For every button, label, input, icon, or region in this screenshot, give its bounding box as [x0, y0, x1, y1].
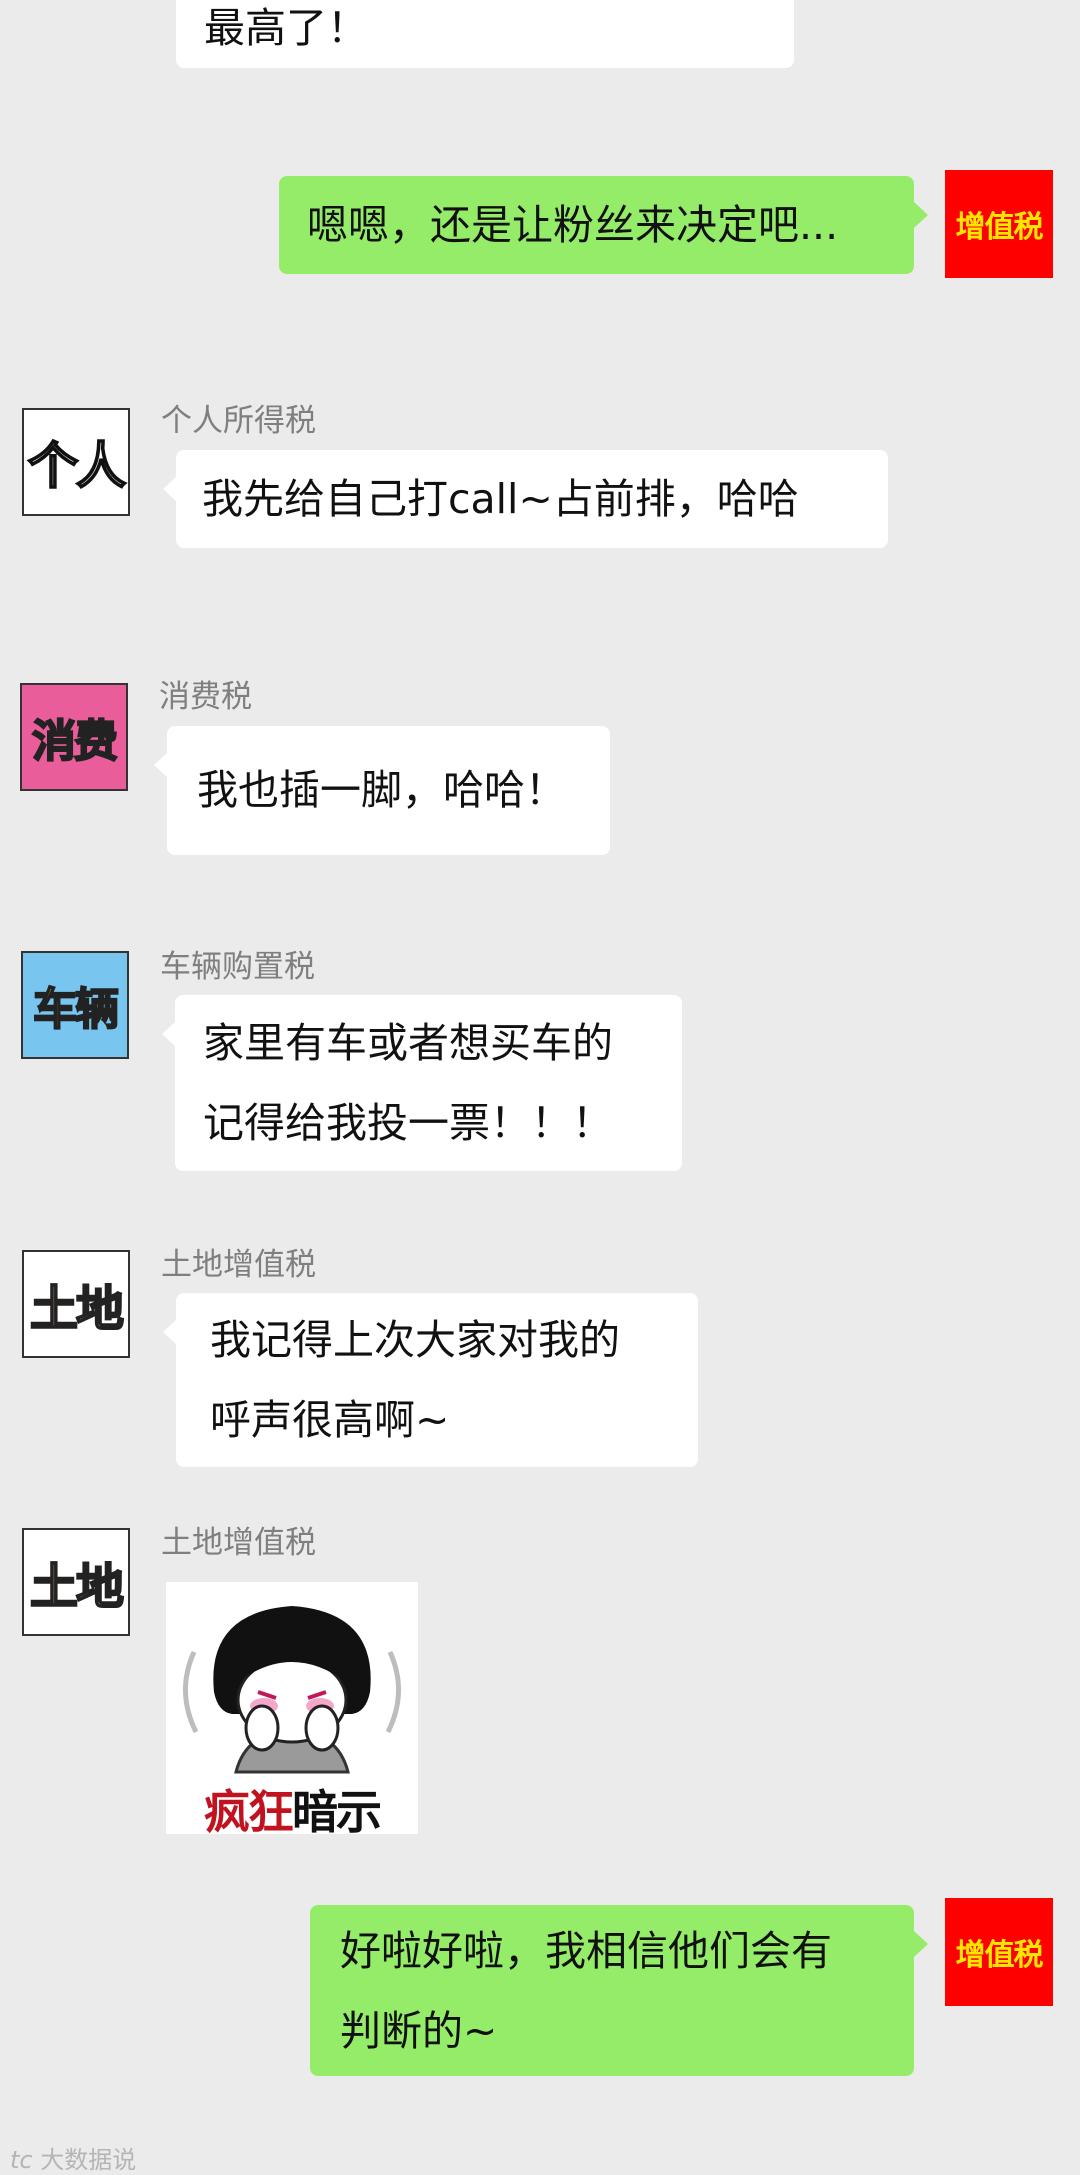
avatar-label: 土地	[29, 1280, 125, 1338]
avatar-label: 个人	[27, 436, 127, 496]
land-tax-avatar-icon[interactable]: 土地	[22, 1528, 130, 1636]
vehicle-tax-avatar-icon[interactable]: 车辆	[21, 951, 129, 1059]
avatar-label: 增值税	[955, 1938, 1044, 1973]
message-bubble[interactable]: 好啦好啦，我相信他们会有 判断的~	[310, 1905, 928, 2076]
watermark: tc 大数据说	[10, 2140, 136, 2175]
vat-avatar-icon[interactable]: 增值税	[945, 170, 1053, 278]
sticker-caption-red: 疯狂	[204, 1785, 294, 1834]
vat-avatar-icon[interactable]: 增值税	[945, 1898, 1053, 2006]
message-bubble[interactable]: 我记得上次大家对我的 呼声很高啊~	[163, 1293, 698, 1467]
message-bubble[interactable]: 嗯嗯，还是让粉丝来决定吧...	[279, 176, 928, 274]
message-text: 记得给我投一票！！！	[203, 1099, 613, 1147]
message-text: 最高了！	[204, 4, 368, 52]
sticker-caption-black: 暗示	[292, 1785, 382, 1834]
message-bubble[interactable]: 我先给自己打call~占前排，哈哈	[163, 450, 888, 548]
sender-name: 土地增值税	[161, 1525, 316, 1561]
message-text: 我记得上次大家对我的	[210, 1316, 620, 1364]
land-tax-avatar-icon[interactable]: 土地	[22, 1250, 130, 1358]
avatar-label: 增值税	[955, 210, 1044, 245]
avatar-label: 消费	[31, 715, 119, 768]
chat-message-list[interactable]: 最高了！ 嗯嗯，还是让粉丝来决定吧... 增值税 个人 个人所得税 我先给自己打…	[0, 0, 1080, 2175]
sender-name: 消费税	[159, 679, 252, 715]
message-bubble[interactable]: 我也插一脚，哈哈！	[154, 726, 610, 855]
message-bubble[interactable]: 家里有车或者想买车的 记得给我投一票！！！	[162, 995, 682, 1171]
sticker-caption: 疯狂暗示	[166, 1776, 418, 1834]
message-text: 家里有车或者想买车的	[203, 1019, 613, 1067]
message-text: 好啦好啦，我相信他们会有	[340, 1927, 832, 1975]
message-text: 我也插一脚，哈哈！	[197, 766, 566, 814]
message-bubble[interactable]: 最高了！	[176, 0, 794, 68]
message-text: 嗯嗯，还是让粉丝来决定吧...	[307, 201, 839, 249]
message-text: 呼声很高啊~	[210, 1396, 450, 1444]
crazy-hint-sticker[interactable]: 疯狂暗示	[166, 1582, 418, 1834]
message-text: 判断的~	[340, 2007, 498, 2055]
message-text: 我先给自己打call~占前排，哈哈	[202, 475, 799, 523]
sender-name: 车辆购置税	[160, 949, 315, 985]
watermark-text: 大数据说	[40, 2146, 137, 2174]
watermark-logo-icon: tc	[10, 2146, 33, 2174]
avatar-label: 土地	[29, 1558, 125, 1616]
sender-name: 土地增值税	[161, 1247, 316, 1283]
personal-tax-avatar-icon[interactable]: 个人	[22, 408, 130, 516]
sender-name: 个人所得税	[161, 403, 316, 439]
avatar-label: 车辆	[32, 983, 120, 1036]
consumption-tax-avatar-icon[interactable]: 消费	[20, 683, 128, 791]
